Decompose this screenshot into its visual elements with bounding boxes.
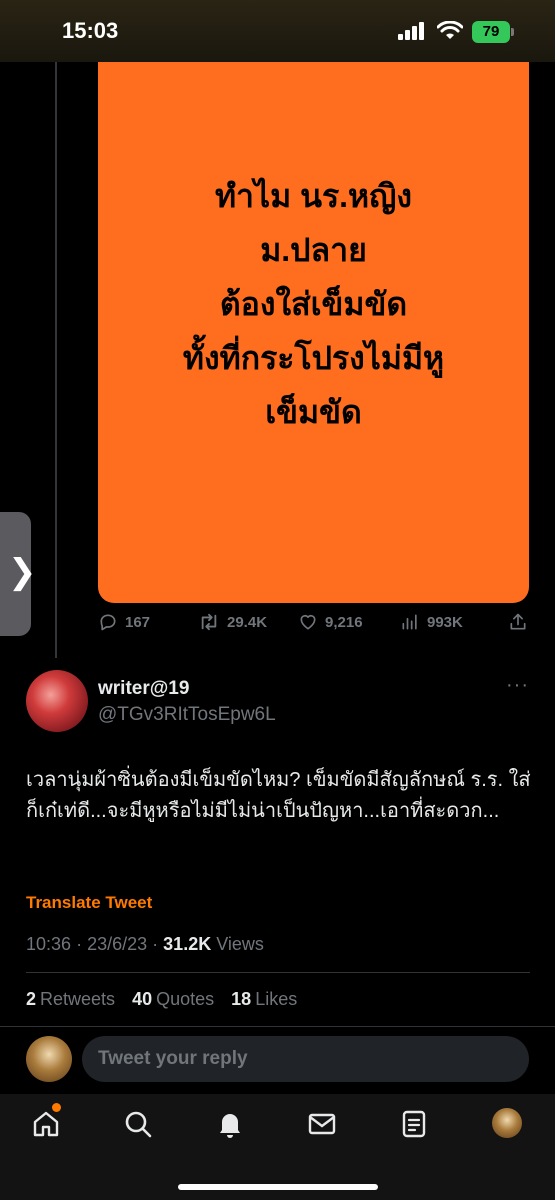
views-action[interactable]: 993K <box>400 612 463 632</box>
signal-icon <box>398 22 424 40</box>
home-icon[interactable] <box>30 1108 62 1140</box>
like-count: 9,216 <box>325 613 363 631</box>
my-avatar <box>26 1036 72 1082</box>
reply-icon <box>100 614 116 631</box>
image-text: ทำไม นร.หญิง ม.ปลาย ต้องใส่เข็มขัด ทั้งท… <box>183 169 444 439</box>
search-icon[interactable] <box>122 1108 154 1140</box>
status-bar: 15:03 79 <box>0 0 555 62</box>
battery-tip <box>511 28 514 36</box>
thread-connector <box>55 62 57 658</box>
chevron-right-icon: ❯ <box>8 553 37 591</box>
translate-tweet-link[interactable]: Translate Tweet <box>26 893 152 913</box>
home-indicator <box>178 1184 378 1190</box>
likes-label: Likes <box>255 989 298 1009</box>
like-action[interactable]: 9,216 <box>298 612 363 632</box>
image-text-line: ต้องใส่เข็มขัด <box>219 285 408 322</box>
divider <box>26 972 530 973</box>
share-icon <box>510 613 526 630</box>
tweet-text: เวลานุ่มผ้าซิ่นต้องมีเข็มขัดไหม? เข็มขัด… <box>26 769 531 822</box>
share-action[interactable] <box>508 612 528 632</box>
wifi-icon <box>437 21 463 39</box>
image-text-line: เข็มขัด <box>265 393 362 430</box>
likes-stat[interactable]: 18 Likes <box>231 989 297 1009</box>
profile-avatar[interactable] <box>492 1108 522 1138</box>
retweets-count: 2 <box>26 989 37 1009</box>
meta-separator: · <box>76 934 83 954</box>
retweet-count: 29.4K <box>227 613 268 631</box>
retweet-icon <box>201 613 217 631</box>
reply-input[interactable]: Tweet your reply <box>82 1036 529 1082</box>
tweet-actions: 167 29.4K 9,216 993K <box>98 612 530 638</box>
avatar[interactable] <box>26 670 88 732</box>
analytics-icon <box>402 614 417 630</box>
views-count: 993K <box>427 613 463 631</box>
retweet-action[interactable]: 29.4K <box>198 612 267 632</box>
more-options-icon[interactable]: ··· <box>506 674 529 697</box>
image-text-line: ทั้งที่กระโปรงไม่มีหู <box>182 339 445 376</box>
lists-icon[interactable] <box>398 1108 430 1140</box>
notification-dot <box>52 1103 61 1112</box>
user-handle[interactable]: @TGv3RItTosEpw6L <box>98 704 276 726</box>
image-text-line: ทำไม นร.หญิง <box>214 177 413 214</box>
heart-icon <box>300 614 316 630</box>
battery-icon: 79 <box>472 21 510 43</box>
tweet-time: 10:36 <box>26 934 72 954</box>
image-text-line: ม.ปลาย <box>260 231 367 268</box>
tweet-meta: 10:36 · 23/6/23 · 31.2K Views <box>26 934 264 955</box>
reply-count: 167 <box>125 613 151 631</box>
side-panel-handle[interactable]: ❯ <box>0 512 37 636</box>
views-count: 31.2K <box>163 934 212 954</box>
tweet-date: 23/6/23 <box>87 934 148 954</box>
quotes-stat[interactable]: 40 Quotes <box>132 989 214 1009</box>
status-time: 15:03 <box>62 18 119 43</box>
display-name[interactable]: writer@19 <box>98 678 189 700</box>
retweets-label: Retweets <box>40 989 116 1009</box>
tweet-stats: 2 Retweets 40 Quotes 18 Likes <box>26 989 309 1010</box>
mail-icon[interactable] <box>306 1108 338 1140</box>
quotes-count: 40 <box>132 989 153 1009</box>
quotes-label: Quotes <box>156 989 215 1009</box>
bell-icon[interactable] <box>214 1108 246 1140</box>
views-label: Views <box>216 934 264 954</box>
tweet-image[interactable]: ทำไม นร.หญิง ม.ปลาย ต้องใส่เข็มขัด ทั้งท… <box>98 44 529 603</box>
meta-separator: · <box>152 934 159 954</box>
reply-action[interactable]: 167 <box>98 612 150 632</box>
retweets-stat[interactable]: 2 Retweets <box>26 989 115 1009</box>
likes-count: 18 <box>231 989 252 1009</box>
